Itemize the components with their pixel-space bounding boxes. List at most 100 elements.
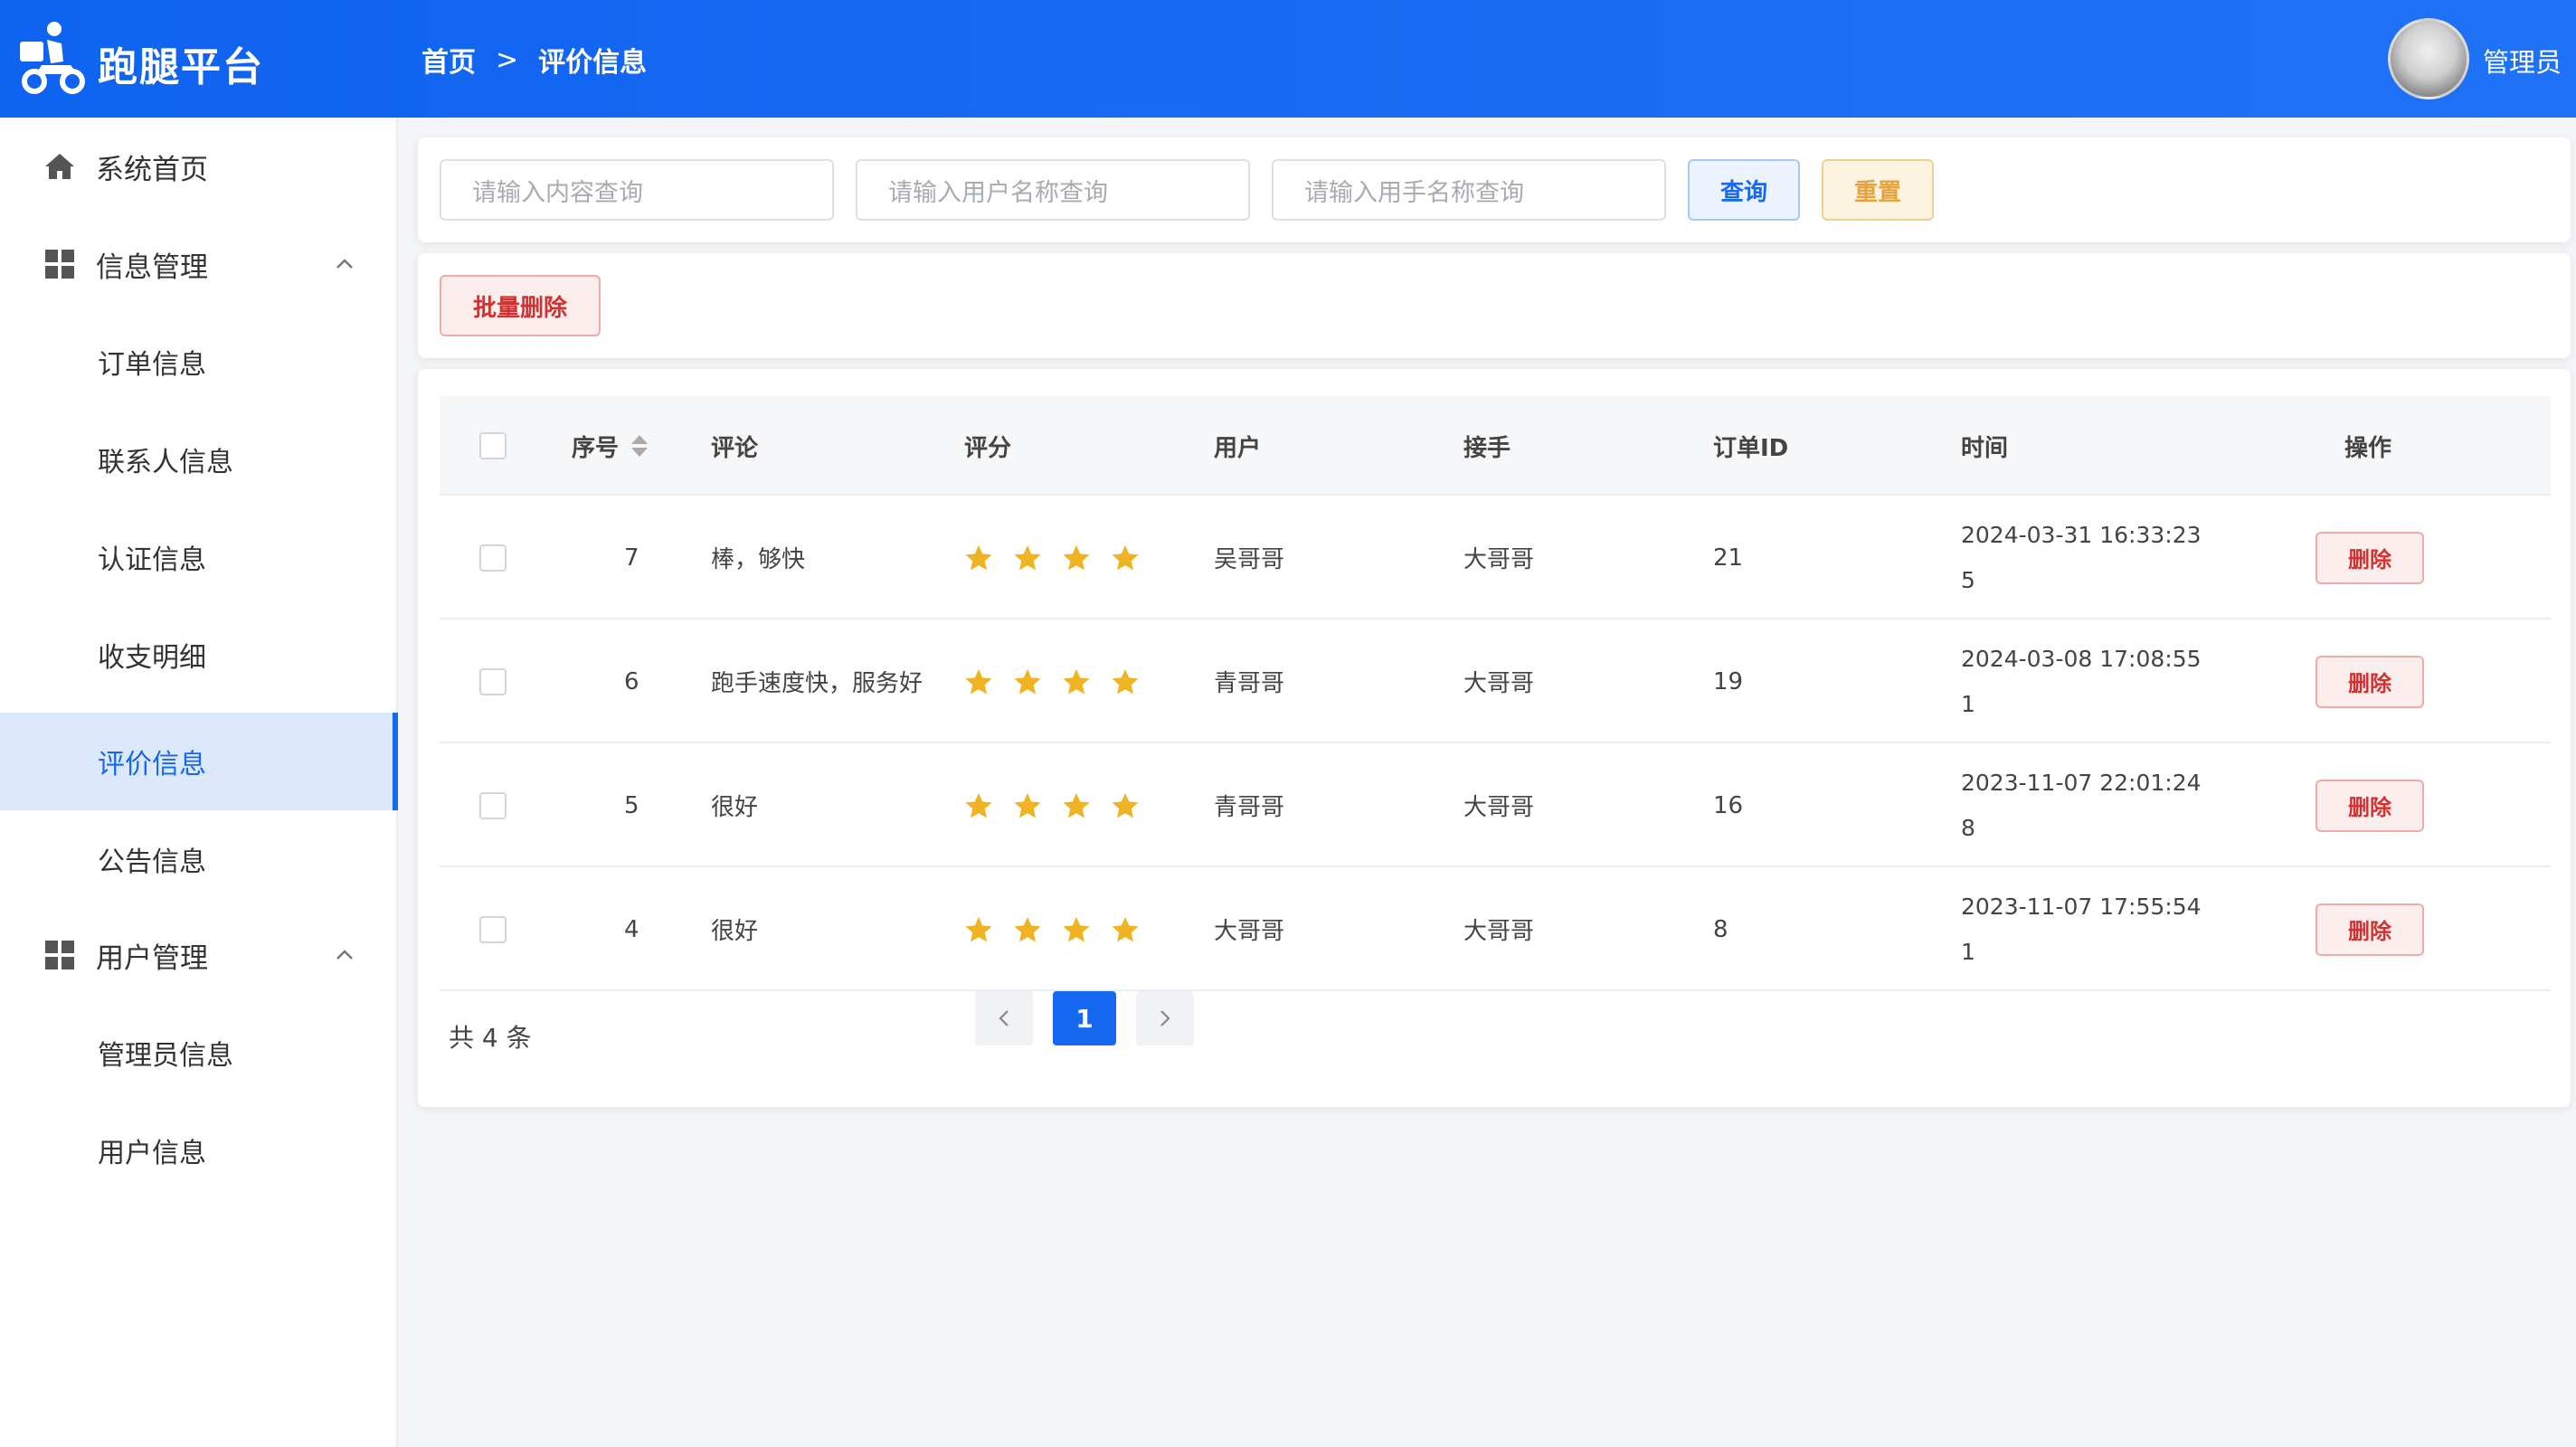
- cell-rating: [964, 867, 1140, 991]
- cell-time: 2023-11-07 22:01:24 8: [1961, 743, 2202, 867]
- star-icon: [965, 668, 992, 694]
- time-text: 2023-11-07 17:55:54: [1961, 893, 2202, 920]
- star-icon: [1112, 668, 1139, 694]
- table-header: 序号 评论 评分 用户 接手 订单ID 时间 操作: [440, 396, 2551, 496]
- cell-runner: 大哥哥: [1463, 546, 1535, 573]
- star-icon: [1063, 668, 1090, 694]
- row-checkbox[interactable]: [479, 544, 507, 572]
- avatar[interactable]: [2388, 18, 2469, 99]
- star-icon: [1014, 544, 1041, 570]
- time-text: 1: [1961, 938, 1975, 965]
- star-icon: [1063, 792, 1090, 818]
- content-search-input[interactable]: 请输入内容查询: [440, 159, 834, 221]
- cell-user: 吴哥哥: [1214, 546, 1285, 573]
- column-header-label: 序号: [572, 434, 620, 462]
- batch-delete-button[interactable]: 批量删除: [440, 275, 601, 336]
- prev-page-button[interactable]: [975, 991, 1033, 1045]
- sidebar-item-label: 系统首页: [96, 153, 208, 186]
- time-text: 2023-11-07 22:01:24: [1961, 769, 2202, 796]
- delete-button[interactable]: 删除: [2316, 655, 2424, 708]
- time-text: 2024-03-31 16:33:23: [1961, 521, 2202, 548]
- column-header-rating: 评分: [964, 434, 1012, 462]
- sidebar-group-label: 用户管理: [96, 941, 208, 975]
- column-header-comment: 评论: [711, 434, 759, 462]
- cell-comment: 跑手速度快，服务好: [711, 670, 923, 697]
- sort-icon[interactable]: [630, 433, 649, 459]
- top-header: 跑腿平台 首页 > 评价信息 管理员: [0, 0, 2576, 118]
- time-text: 1: [1961, 690, 1975, 717]
- sidebar-item-reviews[interactable]: 评价信息: [0, 713, 398, 810]
- star-icon: [1112, 792, 1139, 818]
- reset-button[interactable]: 重置: [1822, 159, 1934, 221]
- select-all-checkbox[interactable]: [479, 432, 507, 459]
- table-row: 4 很好 大哥哥 大哥哥 8 2023-11-07 17:55:54 1 删除: [440, 867, 2551, 991]
- breadcrumb: 首页 > 评价信息: [421, 40, 647, 80]
- column-header-actions: 操作: [2344, 434, 2392, 462]
- sidebar-item-certification[interactable]: 认证信息: [0, 508, 398, 606]
- column-header-user: 用户: [1214, 434, 1262, 462]
- cell-user: 青哥哥: [1214, 670, 1285, 697]
- star-icon: [1063, 916, 1090, 941]
- row-checkbox[interactable]: [479, 791, 507, 819]
- cell-time: 2024-03-08 17:08:55 1: [1961, 619, 2202, 743]
- cell-order-id: 8: [1713, 915, 1728, 943]
- star-icon: [1014, 792, 1041, 818]
- sidebar-item-transactions[interactable]: 收支明细: [0, 606, 398, 704]
- star-icon: [1014, 916, 1041, 941]
- sidebar-item-label: 用户信息: [98, 1138, 206, 1169]
- breadcrumb-current: 评价信息: [538, 47, 648, 79]
- sidebar-item-orders[interactable]: 订单信息: [0, 313, 398, 411]
- breadcrumb-home[interactable]: 首页: [421, 40, 476, 80]
- cell-comment: 棒，够快: [711, 546, 806, 573]
- sidebar-group-users[interactable]: 用户管理: [0, 906, 398, 1004]
- star-icon: [1063, 544, 1090, 570]
- sidebar-group-info[interactable]: 信息管理: [0, 215, 398, 313]
- star-icon: [1112, 544, 1139, 570]
- delete-button[interactable]: 删除: [2316, 903, 2424, 956]
- home-icon: [45, 154, 74, 179]
- row-checkbox[interactable]: [479, 667, 507, 695]
- page-number-button[interactable]: 1: [1053, 991, 1116, 1045]
- star-icon: [1014, 668, 1041, 694]
- action-card: 批量删除: [418, 253, 2571, 358]
- total-count: 共 4 条: [449, 1023, 532, 1053]
- column-header-id[interactable]: 序号: [572, 396, 649, 496]
- chevron-up-icon: [336, 950, 353, 960]
- chevron-up-icon: [336, 259, 353, 269]
- admin-name[interactable]: 管理员: [2483, 42, 2562, 80]
- delete-button[interactable]: 删除: [2316, 531, 2424, 584]
- delete-button[interactable]: 删除: [2316, 779, 2424, 832]
- cell-order-id: 19: [1713, 667, 1744, 695]
- sidebar-item-admins[interactable]: 管理员信息: [0, 1004, 398, 1102]
- sidebar-group-label: 信息管理: [96, 251, 208, 284]
- sidebar-item-label: 管理员信息: [98, 1040, 233, 1072]
- sidebar-item-users[interactable]: 用户信息: [0, 1102, 398, 1199]
- star-icon: [1112, 916, 1139, 941]
- time-text: 5: [1961, 566, 1975, 593]
- runner-search-input[interactable]: 请输入用手名称查询: [1272, 159, 1666, 221]
- cell-order-id: 16: [1713, 791, 1744, 819]
- sidebar-item-notices[interactable]: 公告信息: [0, 810, 398, 908]
- chevron-left-icon: [999, 1010, 1009, 1026]
- cell-id: 6: [624, 667, 639, 695]
- user-search-input[interactable]: 请输入用户名称查询: [856, 159, 1250, 221]
- sidebar-item-label: 收支明细: [98, 642, 206, 674]
- table-row: 6 跑手速度快，服务好 青哥哥 大哥哥 19 2024-03-08 17:08:…: [440, 619, 2551, 743]
- cell-id: 4: [624, 915, 639, 943]
- query-button[interactable]: 查询: [1688, 159, 1800, 221]
- sidebar-item-label: 认证信息: [98, 544, 206, 576]
- cell-runner: 大哥哥: [1463, 918, 1535, 945]
- row-checkbox[interactable]: [479, 915, 507, 943]
- search-card: 请输入内容查询 请输入用户名称查询 请输入用手名称查询 查询 重置: [418, 137, 2571, 242]
- pagination: 共 4 条 1: [449, 991, 1194, 1055]
- star-icon: [965, 792, 992, 818]
- column-header-time: 时间: [1961, 434, 2009, 462]
- next-page-button[interactable]: [1136, 991, 1194, 1045]
- cell-rating: [964, 496, 1140, 619]
- column-header-runner: 接手: [1463, 434, 1511, 462]
- table-card: 序号 评论 评分 用户 接手 订单ID 时间 操作 7 棒，够快 吴哥哥 大哥哥…: [418, 369, 2571, 1107]
- cell-runner: 大哥哥: [1463, 794, 1535, 821]
- sidebar-item-home[interactable]: 系统首页: [0, 118, 398, 215]
- cell-order-id: 21: [1713, 544, 1744, 572]
- sidebar-item-contacts[interactable]: 联系人信息: [0, 411, 398, 508]
